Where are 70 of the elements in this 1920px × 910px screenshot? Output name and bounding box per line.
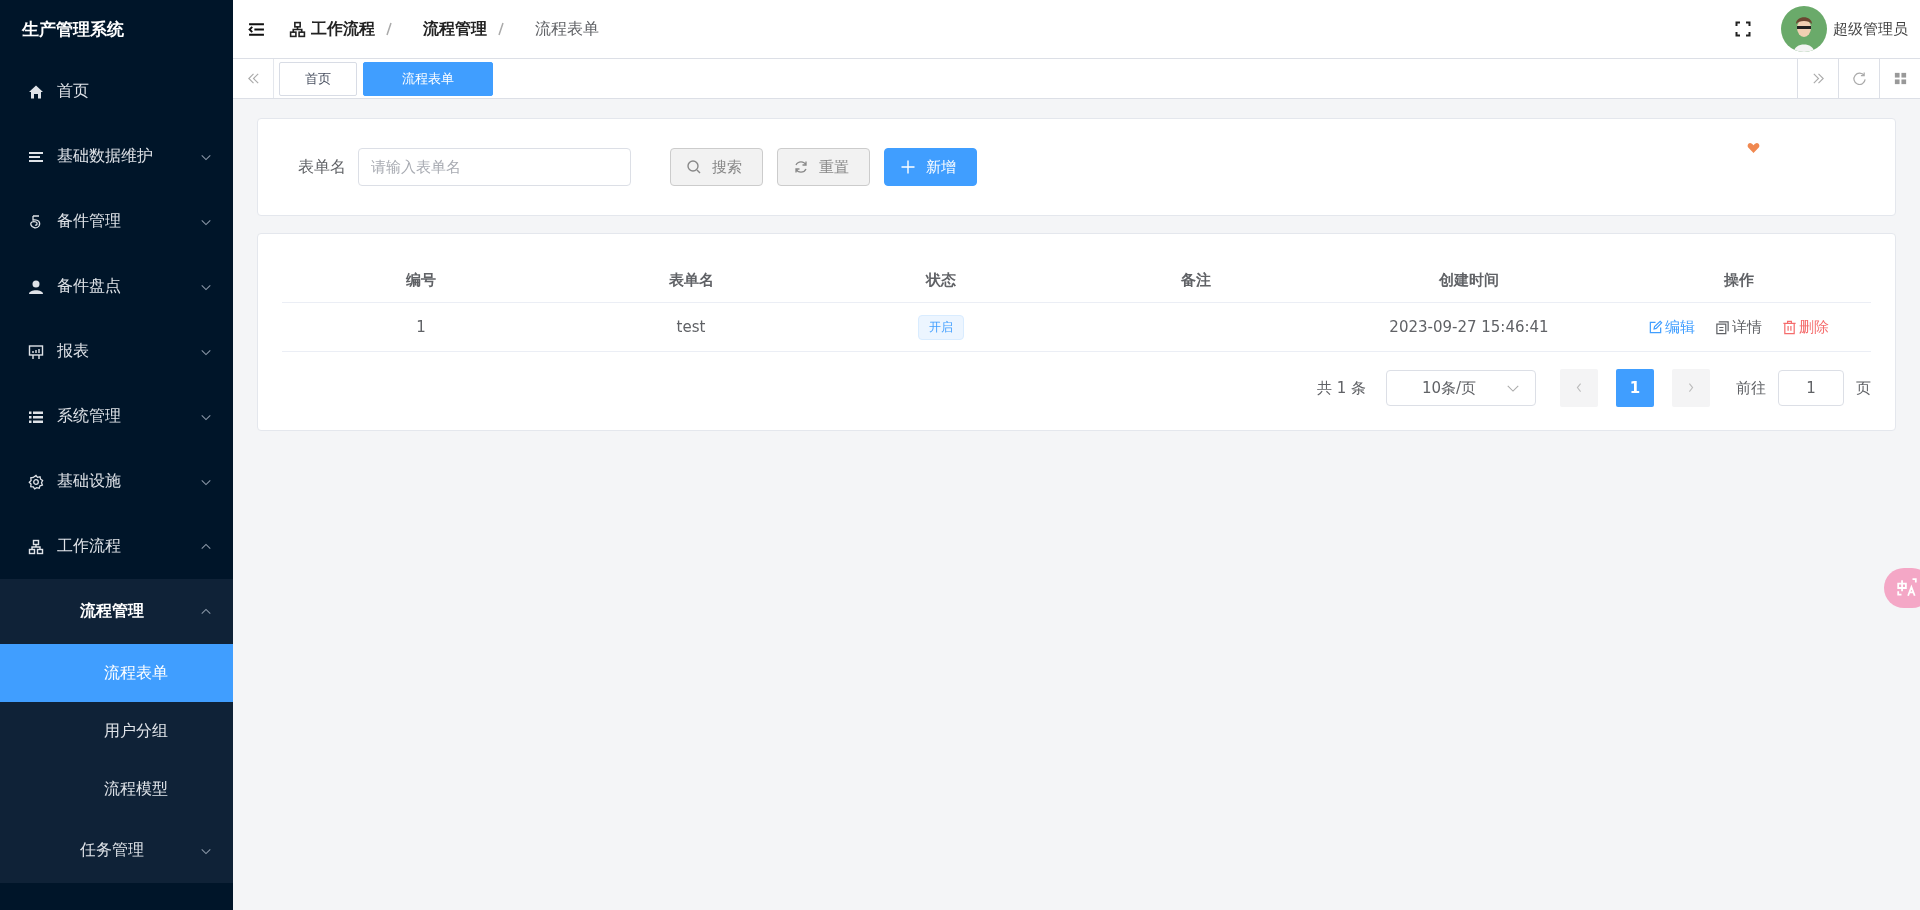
breadcrumb-item[interactable]: 工作流程 — [311, 18, 375, 40]
page-size-select[interactable]: 10条/页 — [1386, 370, 1536, 406]
avatar-icon[interactable] — [1781, 6, 1827, 52]
sidebar-item[interactable]: 基础数据维护 — [0, 124, 233, 189]
column-header: 操作 — [1722, 270, 1755, 290]
breadcrumb-item: 流程表单 — [535, 18, 599, 40]
detail-link[interactable]: 详情 — [1715, 317, 1762, 337]
column-header: 状态 — [924, 270, 957, 290]
trash-icon — [1782, 319, 1797, 335]
document-icon — [1715, 319, 1730, 335]
search-icon — [686, 159, 702, 175]
menu-label: 基础设施 — [57, 471, 122, 492]
sidebar-item[interactable]: 工作流程 — [0, 514, 233, 579]
page-tab[interactable]: 首页 — [279, 61, 357, 96]
home-icon — [28, 83, 44, 100]
column-header: 创建时间 — [1438, 270, 1500, 290]
menu-label: 备件管理 — [57, 211, 122, 232]
settings-icon — [28, 473, 44, 490]
sidebar-item[interactable]: 系统管理 — [0, 384, 233, 449]
sidebar-item[interactable]: 流程管理 — [0, 579, 233, 644]
menu-label: 任务管理 — [80, 840, 145, 861]
status-tag: 开启 — [918, 314, 964, 340]
breadcrumb-item[interactable]: 流程管理 — [423, 18, 487, 40]
page-input[interactable]: 1 — [1778, 370, 1844, 406]
slash-separator-icon — [385, 21, 393, 37]
translate-button[interactable] — [1884, 568, 1920, 608]
table-cell: test — [676, 318, 706, 336]
menu-label: 流程管理 — [80, 601, 145, 622]
menu-label: 报表 — [57, 341, 90, 362]
next-page-button[interactable] — [1672, 369, 1710, 407]
chevron-down-icon — [1506, 383, 1521, 393]
column-header: 编号 — [405, 270, 437, 290]
app-title: 生产管理系统 — [21, 18, 125, 41]
form-name-input[interactable]: 请输入表单名 — [358, 148, 631, 186]
column-header: 表单名 — [667, 270, 715, 290]
sidebar-item[interactable]: 基础设施 — [0, 449, 233, 514]
total-count: 共 1 条 — [1316, 378, 1366, 398]
fullscreen-icon[interactable] — [1735, 21, 1751, 37]
menu-label: 首页 — [57, 81, 90, 102]
page-suffix: 页 — [1856, 378, 1871, 398]
sidebar-item[interactable]: 备件管理 — [0, 189, 233, 254]
heart-icon — [1747, 142, 1760, 154]
goto-label: 前往 — [1736, 378, 1766, 398]
chevron-left-icon — [1575, 382, 1583, 394]
menu-label: 系统管理 — [57, 406, 122, 427]
refresh-icon — [793, 159, 809, 175]
menu-icon[interactable] — [248, 20, 265, 38]
field-label: 表单名 — [298, 156, 346, 178]
sidebar-item[interactable]: 流程模型 — [0, 760, 233, 818]
slash-separator-icon — [497, 21, 505, 37]
table-cell: 2023-09-27 15:46:41 — [1389, 318, 1549, 336]
menu-label: 工作流程 — [57, 536, 122, 557]
translate-icon — [1896, 577, 1918, 599]
menu-label: 备件盘点 — [57, 276, 122, 297]
sidebar-item[interactable]: 用户分组 — [0, 702, 233, 760]
edit-icon — [1648, 319, 1663, 335]
menu-label: 基础数据维护 — [57, 146, 154, 167]
presentation-board-icon — [28, 343, 44, 360]
user-name[interactable]: 超级管理员 — [1833, 19, 1908, 39]
plus-icon — [900, 159, 916, 175]
table-cell: 1 — [416, 318, 426, 336]
sidebar-item[interactable]: 报表 — [0, 319, 233, 384]
prev-page-button[interactable] — [1560, 369, 1598, 407]
sidebar-item[interactable]: 首页 — [0, 59, 233, 124]
hierarchy-icon — [28, 538, 44, 555]
sidebar-item[interactable]: 任务管理 — [0, 818, 233, 883]
sidebar-item[interactable]: 备件盘点 — [0, 254, 233, 319]
column-header: 备注 — [1180, 270, 1212, 290]
chevron-right-icon — [1687, 382, 1695, 394]
user-icon — [28, 278, 44, 295]
